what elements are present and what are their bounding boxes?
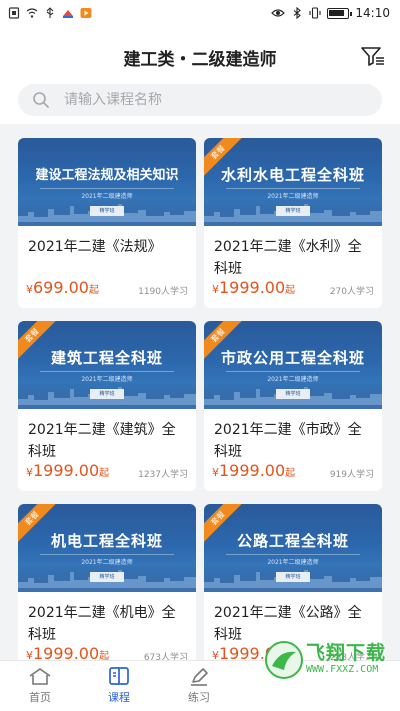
banner-subtitle: 2021年二级建造师 — [226, 554, 360, 566]
wifi-icon — [26, 8, 38, 18]
watermark: 飞翔下载 WWW.FXXZ.COM — [264, 634, 392, 690]
eye-icon — [271, 9, 286, 17]
header: 建工类・二级建造师 — [0, 28, 400, 84]
course-name: 2021年二建《市政》全科班 — [214, 422, 362, 460]
status-bar: 14:10 — [0, 0, 400, 28]
course-card[interactable]: 建筑工程全科班 2021年二级建造师 精学班 套餐 2021年二建《建筑》全科班… — [18, 321, 196, 491]
status-left-icons — [8, 7, 92, 19]
course-banner: 建设工程法规及相关知识 2021年二级建造师 精学班 — [18, 138, 196, 226]
learner-count: 919人学习 — [329, 470, 374, 480]
watermark-url: WWW.FXXZ.COM — [306, 664, 379, 675]
watermark-logo-icon — [265, 641, 303, 679]
price-value: 1999.00 — [219, 461, 286, 480]
banner-title: 建设工程法规及相关知识 — [35, 168, 179, 183]
banner-title: 机电工程全科班 — [50, 532, 163, 550]
banner-tag: 精学班 — [90, 206, 124, 216]
banner-subtitle: 2021年二级建造师 — [40, 371, 174, 383]
price-value: 1999.00 — [219, 278, 286, 297]
course-card[interactable]: 水利水电工程全科班 2021年二级建造师 精学班 套餐 2021年二建《水利》全… — [204, 138, 382, 308]
sim-icon — [8, 7, 20, 19]
course-price: ¥1999.00起 — [26, 461, 109, 480]
course-name: 2021年二建《法规》 — [28, 239, 162, 255]
learner-count: 270人学习 — [329, 287, 374, 297]
banner-subtitle: 2021年二级建造师 — [226, 371, 360, 383]
filter-icon[interactable] — [360, 44, 386, 68]
course-banner: 市政公用工程全科班 2021年二级建造师 精学班 套餐 — [204, 321, 382, 409]
price-suffix: 起 — [285, 468, 296, 479]
search-bar[interactable] — [18, 84, 382, 116]
nav-home[interactable]: 首页 — [10, 665, 70, 705]
course-book-icon — [109, 667, 129, 685]
banner-title: 水利水电工程全科班 — [220, 166, 365, 184]
nav-courses[interactable]: 课程 — [89, 665, 149, 705]
status-time: 14:10 — [355, 6, 390, 20]
banner-subtitle: 2021年二级建造师 — [226, 188, 360, 200]
learner-count: 1190人学习 — [138, 287, 188, 297]
course-banner: 公路工程全科班 2021年二级建造师 精学班 套餐 — [204, 504, 382, 592]
course-name: 2021年二建《建筑》全科班 — [28, 422, 176, 460]
nav-practice[interactable]: 练习 — [169, 665, 229, 705]
course-price: ¥699.00起 — [26, 278, 99, 297]
nav-courses-label: 课程 — [108, 691, 130, 704]
app-notify-icon — [63, 10, 73, 18]
banner-tag: 精学班 — [276, 572, 310, 582]
learner-count: 1237人学习 — [138, 470, 188, 480]
price-symbol: ¥ — [26, 283, 33, 296]
course-name: 2021年二建《机电》全科班 — [28, 605, 176, 643]
course-name: 2021年二建《水利》全科班 — [214, 239, 362, 277]
usb-icon — [46, 7, 54, 18]
banner-subtitle: 2021年二级建造师 — [40, 554, 174, 566]
banner-title: 建筑工程全科班 — [50, 349, 163, 367]
course-price: ¥1999.00起 — [212, 461, 295, 480]
banner-subtitle: 2021年二级建造师 — [40, 188, 174, 200]
page-title: 建工类・二级建造师 — [123, 50, 277, 70]
banner-tag: 精学班 — [90, 572, 124, 582]
price-value: 699.00 — [33, 278, 89, 297]
search-bar-container — [0, 84, 400, 124]
watermark-text: 飞翔下载 — [306, 642, 387, 664]
banner-tag: 精学班 — [276, 389, 310, 399]
price-symbol: ¥ — [212, 283, 219, 296]
banner-title: 市政公用工程全科班 — [220, 349, 365, 367]
course-card[interactable]: 机电工程全科班 2021年二级建造师 精学班 套餐 2021年二建《机电》全科班… — [18, 504, 196, 674]
battery-icon — [327, 7, 353, 19]
price-symbol: ¥ — [212, 466, 219, 479]
video-app-icon — [80, 8, 92, 18]
course-card[interactable]: 市政公用工程全科班 2021年二级建造师 精学班 套餐 2021年二建《市政》全… — [204, 321, 382, 491]
vibrate-icon — [309, 7, 321, 19]
status-right: 14:10 — [271, 6, 390, 20]
nav-practice-label: 练习 — [188, 691, 210, 704]
pencil-icon — [191, 668, 208, 686]
course-banner: 建筑工程全科班 2021年二级建造师 精学班 套餐 — [18, 321, 196, 409]
banner-tag: 精学班 — [276, 206, 310, 216]
course-banner: 水利水电工程全科班 2021年二级建造师 精学班 套餐 — [204, 138, 382, 226]
bluetooth-icon — [294, 7, 302, 19]
price-suffix: 起 — [99, 468, 110, 479]
price-value: 1999.00 — [33, 461, 100, 480]
search-input[interactable] — [64, 84, 364, 116]
course-banner: 机电工程全科班 2021年二级建造师 精学班 套餐 — [18, 504, 196, 592]
banner-title: 公路工程全科班 — [236, 532, 349, 550]
course-price: ¥1999.00起 — [212, 278, 295, 297]
banner-tag: 精学班 — [90, 389, 124, 399]
nav-home-label: 首页 — [29, 691, 51, 704]
search-icon — [33, 92, 49, 108]
course-card[interactable]: 建设工程法规及相关知识 2021年二级建造师 精学班 2021年二建《法规》 ¥… — [18, 138, 196, 308]
price-suffix: 起 — [88, 285, 99, 296]
price-symbol: ¥ — [26, 466, 33, 479]
home-icon — [29, 668, 51, 685]
price-suffix: 起 — [285, 285, 296, 296]
